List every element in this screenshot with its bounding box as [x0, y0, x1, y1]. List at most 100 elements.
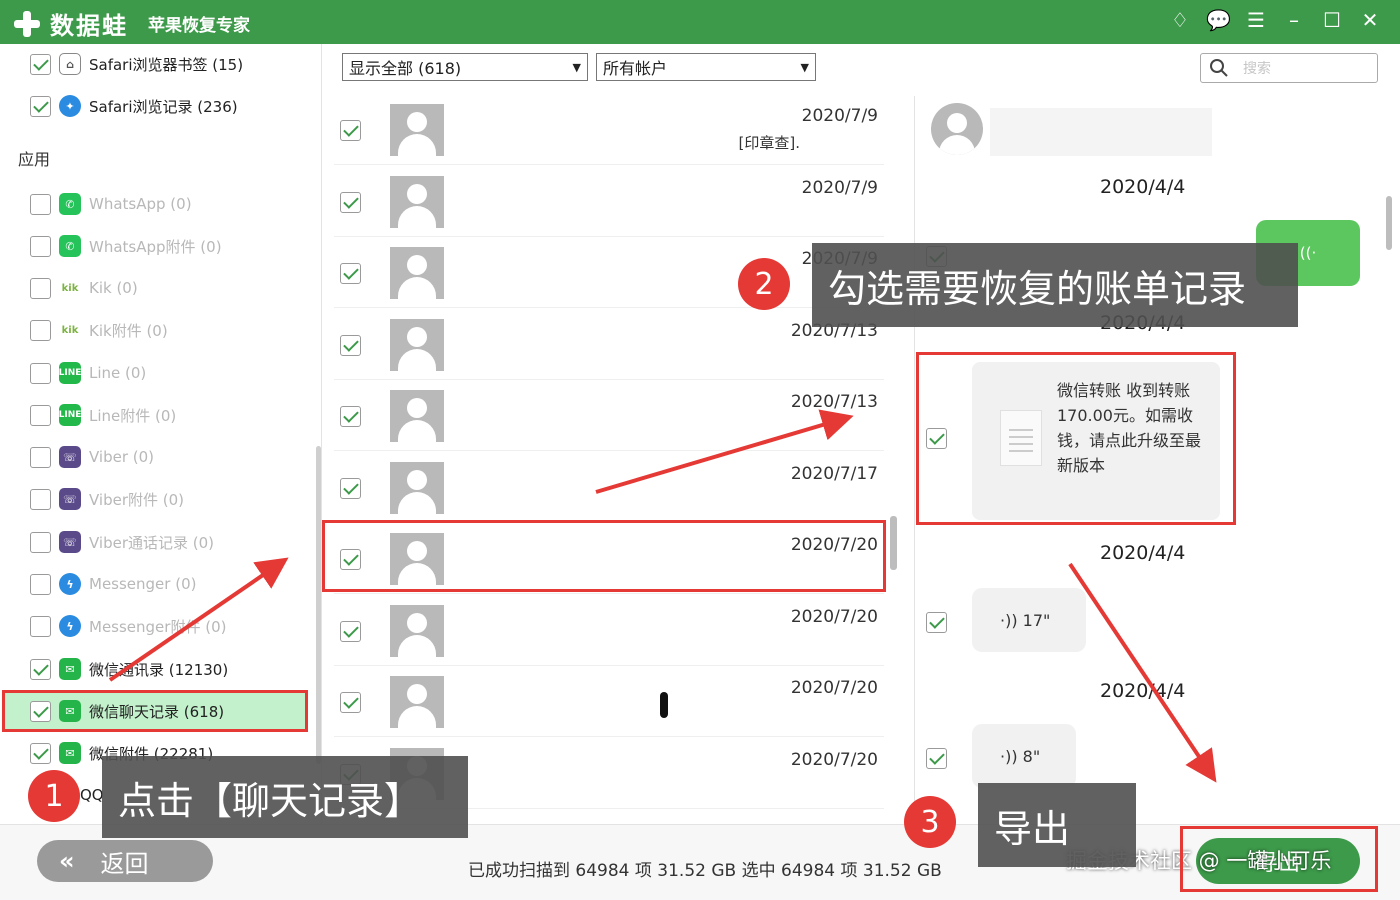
checkbox[interactable] [30, 53, 51, 75]
conversation-row[interactable]: 2020/7/13 [334, 309, 884, 380]
checkbox[interactable] [30, 573, 51, 595]
conversation-date: 2020/7/20 [790, 749, 878, 770]
conversation-row[interactable]: 2020/7/20 [334, 595, 884, 666]
viber-icon: ☏ [59, 446, 81, 468]
chat-date: 2020/4/4 [1100, 176, 1186, 198]
checkbox[interactable] [30, 319, 51, 341]
conversation-row[interactable]: 2020/7/9 [334, 166, 884, 237]
filter-account-select[interactable]: 所有帐户 ▼ [596, 53, 816, 81]
close-icon[interactable]: ✕ [1358, 8, 1382, 32]
contact-avatar [931, 103, 983, 155]
voice-message-label: ·)) 8" [1000, 746, 1041, 766]
conversation-row[interactable]: 2020/7/17 [334, 452, 884, 523]
viber-icon: ☏ [59, 531, 81, 553]
checkbox[interactable] [30, 742, 51, 764]
checkbox[interactable] [30, 404, 51, 426]
minimize-icon[interactable]: – [1282, 8, 1306, 32]
checkbox[interactable] [340, 191, 361, 213]
kik-icon: kik [59, 319, 81, 341]
sidebar-item-line[interactable]: LINE Line (0) [30, 356, 146, 390]
avatar [390, 461, 444, 514]
checkbox[interactable] [30, 700, 51, 722]
highlight-transfer-card [916, 352, 1236, 525]
avatar [390, 247, 444, 299]
conversation-snippet: [印章查]. [738, 134, 800, 152]
search-input[interactable]: 搜索 [1200, 53, 1378, 83]
sidebar-item-messenger[interactable]: ϟ Messenger (0) [30, 567, 196, 601]
sidebar-scrollbar[interactable] [316, 446, 321, 764]
checkbox[interactable] [30, 193, 51, 215]
checkbox[interactable] [340, 406, 361, 427]
checkbox[interactable] [30, 277, 51, 299]
step-2-callout: 勾选需要恢复的账单记录 [812, 243, 1298, 327]
sidebar-item-label: Line (0) [89, 364, 147, 382]
checkbox[interactable] [30, 362, 51, 384]
whatsapp-icon: ✆ [59, 235, 81, 257]
menu-icon[interactable]: ☰ [1244, 8, 1268, 32]
plus-logo-icon [12, 9, 42, 39]
sidebar-item-whatsapp-attachments[interactable]: ✆ WhatsApp附件 (0) [30, 229, 222, 263]
conversation-date: 2020/7/9 [801, 177, 878, 198]
checkbox[interactable] [30, 446, 51, 468]
sidebar-item-label: Messenger附件 (0) [89, 617, 227, 636]
checkbox[interactable] [30, 658, 51, 680]
conversation-row[interactable]: 2020/7/9 [印章查]. [334, 94, 884, 165]
checkbox[interactable] [30, 235, 51, 257]
sidebar-item-label: Viber通话记录 (0) [89, 533, 215, 552]
wechat-icon: ✉ [59, 742, 81, 764]
avatar [390, 318, 444, 371]
wechat-icon: ✉ [59, 658, 81, 680]
app-name: 数据蛙 [50, 12, 128, 40]
checkbox[interactable] [340, 692, 361, 713]
sidebar-item-line-attachments[interactable]: LINE Line附件 (0) [30, 398, 176, 432]
conversation-row[interactable]: 2020/7/13 [334, 380, 884, 451]
voice-label: ((· [1299, 244, 1317, 262]
step-3-marker: 3 [904, 796, 956, 848]
sidebar-item-viber-calls[interactable]: ☏ Viber通话记录 (0) [30, 525, 214, 559]
sidebar-item-label: WhatsApp (0) [89, 195, 192, 213]
chat-scrollbar[interactable] [1386, 196, 1392, 250]
maximize-icon[interactable]: ☐ [1320, 8, 1344, 32]
sidebar-item-kik[interactable]: kik Kik (0) [30, 271, 138, 305]
checkbox[interactable] [340, 120, 361, 141]
sidebar-item-label: Kik (0) [89, 279, 138, 297]
voice-message-bubble[interactable]: ·)) 17" [972, 588, 1086, 652]
chat-date: 2020/4/4 [1100, 680, 1186, 702]
back-button[interactable]: « 返回 [37, 840, 213, 882]
checkbox[interactable] [30, 95, 51, 117]
sidebar-item-safari-bookmarks[interactable]: ⌂ Safari浏览器书签 (15) [30, 47, 243, 81]
messenger-icon: ϟ [59, 573, 81, 595]
checkbox[interactable] [340, 334, 361, 356]
diamond-icon[interactable]: ♢ [1168, 8, 1192, 32]
checkbox[interactable] [340, 263, 361, 284]
filter-show-all-select[interactable]: 显示全部 (618) ▼ [342, 53, 588, 81]
chat-bubble-icon[interactable]: 💬 [1206, 8, 1231, 32]
conversation-row[interactable]: 2020/7/20 [334, 666, 884, 737]
messenger-icon: ϟ [59, 615, 81, 637]
sidebar-item-viber-attachments[interactable]: ☏ Viber附件 (0) [30, 482, 184, 516]
sidebar-item-wechat-contacts[interactable]: ✉ 微信通讯录 (12130) [30, 652, 228, 686]
checkbox[interactable] [30, 615, 51, 637]
sidebar-item-messenger-attachments[interactable]: ϟ Messenger附件 (0) [30, 609, 226, 643]
voice-message-bubble[interactable]: ·)) 8" [972, 724, 1076, 788]
checkbox[interactable] [30, 531, 51, 553]
message-checkbox[interactable] [926, 612, 947, 633]
checkbox[interactable] [340, 620, 361, 642]
message-checkbox[interactable] [926, 748, 947, 769]
sidebar-item-label: Viber (0) [89, 448, 155, 466]
sidebar-item-qq[interactable]: QQ [80, 778, 104, 812]
checkbox[interactable] [30, 488, 51, 510]
conversation-list-scrollbar[interactable] [890, 516, 897, 570]
conversation-date: 2020/7/9 [801, 106, 878, 126]
sidebar-item-wechat-chat[interactable]: ✉ 微信聊天记录 (618) [30, 694, 224, 728]
line-icon: LINE [59, 362, 81, 384]
sidebar-item-safari-history[interactable]: ✦ Safari浏览记录 (236) [30, 89, 238, 123]
sidebar-item-kik-attachments[interactable]: kik Kik附件 (0) [30, 313, 168, 347]
conversation-row[interactable]: 2020/7/9 [334, 237, 884, 308]
sidebar-item-whatsapp[interactable]: ✆ WhatsApp (0) [30, 187, 192, 221]
safari-icon: ✦ [59, 95, 81, 117]
checkbox[interactable] [340, 477, 361, 499]
sidebar-item-viber[interactable]: ☏ Viber (0) [30, 440, 154, 474]
search-placeholder: 搜索 [1243, 61, 1271, 77]
chat-date: 2020/4/4 [1100, 542, 1186, 564]
